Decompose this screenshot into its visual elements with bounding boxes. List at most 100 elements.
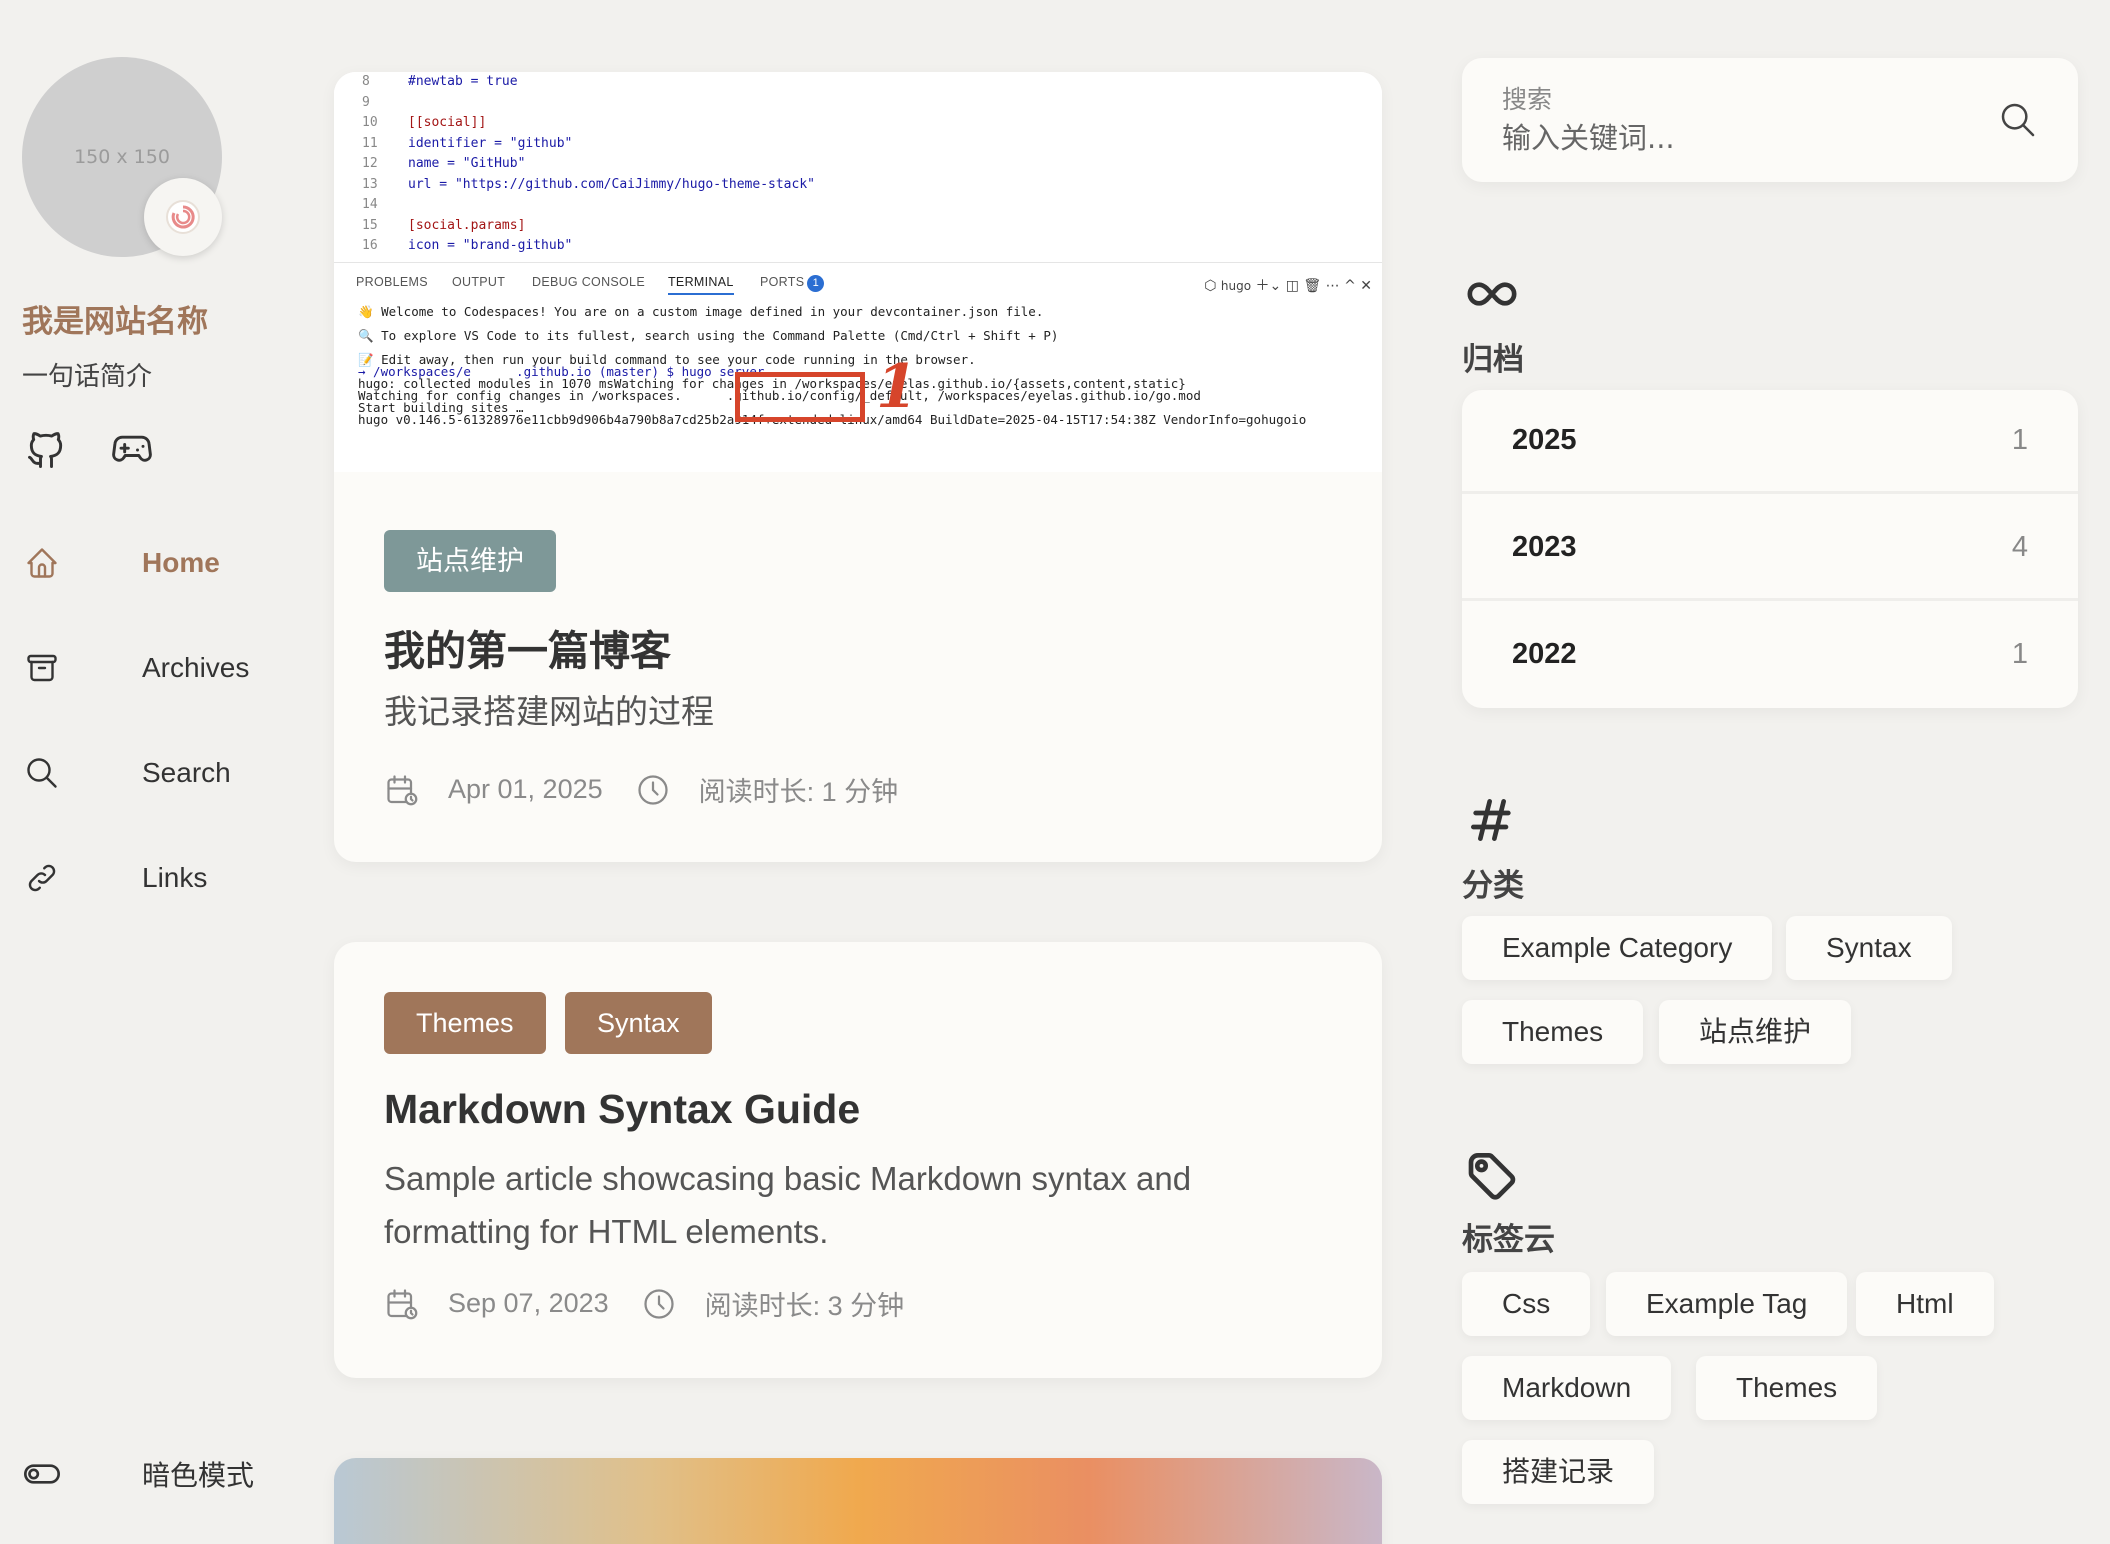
more-icon[interactable]: ⋯ bbox=[1326, 278, 1340, 294]
menu-item-archives[interactable]: Archives bbox=[0, 615, 300, 720]
tag-chip[interactable]: Themes bbox=[1696, 1356, 1878, 1420]
post-meta: Apr 01, 2025 阅读时长: 1 分钟 bbox=[384, 770, 930, 809]
tag-chip[interactable]: Example Tag bbox=[1606, 1272, 1848, 1336]
line-number: 11 bbox=[362, 135, 378, 151]
clock-icon bbox=[635, 772, 671, 808]
annotation-box bbox=[735, 372, 865, 422]
post-tag[interactable]: Syntax bbox=[565, 992, 712, 1054]
categories-widget-title: 分类 bbox=[1462, 868, 1524, 904]
tag-icon bbox=[1464, 1146, 1520, 1202]
post-read-time: 阅读时长: 1 分钟 bbox=[698, 777, 899, 807]
archive-icon bbox=[24, 650, 60, 686]
add-terminal-icon[interactable]: ＋⌄ bbox=[1256, 278, 1282, 294]
terminal-profile-label[interactable]: hugo bbox=[1221, 279, 1251, 293]
category-chip[interactable]: Syntax bbox=[1786, 916, 1952, 980]
menu-item-home[interactable]: Home bbox=[0, 510, 300, 615]
toggle-icon bbox=[22, 1454, 62, 1494]
chevron-up-icon[interactable]: ^ bbox=[1344, 278, 1356, 294]
archive-year: 2023 bbox=[1512, 531, 1577, 563]
post-date: Sep 07, 2023 bbox=[448, 1288, 609, 1318]
archive-year-row[interactable]: 2025 1 bbox=[1462, 390, 2078, 494]
close-icon[interactable]: ✕ bbox=[1360, 278, 1372, 294]
calendar-icon bbox=[384, 772, 420, 808]
tag-chip[interactable]: Markdown bbox=[1462, 1356, 1672, 1420]
archives-widget-title: 归档 bbox=[1462, 342, 1524, 378]
menu-item-search[interactable]: Search bbox=[0, 720, 300, 825]
menu-item-label: Archives bbox=[142, 651, 250, 683]
terminal-profile-icon: ⬡ bbox=[1204, 278, 1217, 294]
terminal-tabs: PROBLEMS OUTPUT DEBUG CONSOLE TERMINAL P… bbox=[334, 262, 1382, 302]
archive-year-row[interactable]: 2022 1 bbox=[1462, 604, 2078, 708]
terminal-line: 🔍 To explore VS Code to its fullest, sea… bbox=[358, 328, 1059, 343]
tags-widget-title: 标签云 bbox=[1462, 1222, 1555, 1258]
post-tag[interactable]: Themes bbox=[384, 992, 546, 1054]
search-label: 搜索 bbox=[1502, 85, 1553, 114]
archive-year: 2025 bbox=[1512, 424, 1577, 456]
category-chip[interactable]: Example Category bbox=[1462, 916, 1773, 980]
trash-icon[interactable]: 🗑 bbox=[1303, 278, 1321, 294]
line-number: 14 bbox=[362, 197, 378, 212]
archive-count: 1 bbox=[2011, 424, 2028, 456]
post-tag[interactable]: 站点维护 bbox=[384, 530, 556, 592]
post-card[interactable]: Themes Syntax Markdown Syntax Guide Samp… bbox=[334, 942, 1382, 1378]
line-number: 8 bbox=[362, 74, 370, 89]
code-text: url = "https://github.com/CaiJimmy/hugo-… bbox=[408, 176, 815, 192]
tag-chip[interactable]: Html bbox=[1856, 1272, 1994, 1336]
infinity-icon bbox=[1464, 266, 1520, 322]
emoji-badge-icon bbox=[144, 178, 222, 256]
left-sidebar: 150 x 150 我是网站名称 一句话简介 Home Archives Sea… bbox=[0, 0, 300, 1544]
tag-chip[interactable]: Css bbox=[1462, 1272, 1591, 1336]
tab-debug-console[interactable]: DEBUG CONSOLE bbox=[532, 275, 645, 289]
calendar-icon bbox=[384, 1286, 420, 1322]
site-name[interactable]: 我是网站名称 bbox=[22, 296, 208, 341]
main-menu: Home Archives Search Links bbox=[0, 510, 300, 930]
code-text: #newtab = true bbox=[408, 74, 518, 89]
link-icon bbox=[24, 860, 60, 896]
tag-chip[interactable]: 搭建记录 bbox=[1462, 1440, 1655, 1504]
menu-item-links[interactable]: Links bbox=[0, 825, 300, 930]
post-card-cover-image[interactable] bbox=[334, 1458, 1382, 1544]
dark-mode-toggle[interactable]: 暗色模式 bbox=[0, 1420, 300, 1528]
archive-year-row[interactable]: 2023 4 bbox=[1462, 497, 2078, 601]
home-icon bbox=[24, 545, 60, 581]
split-terminal-icon[interactable]: ◫ bbox=[1286, 278, 1299, 294]
menu-item-label: Search bbox=[142, 756, 231, 788]
social-links bbox=[24, 428, 154, 472]
archives-list: 2025 1 2023 4 2022 1 bbox=[1462, 390, 2078, 708]
tab-ports-label: PORTS bbox=[760, 275, 805, 289]
post-read-time: 阅读时长: 3 分钟 bbox=[704, 1291, 905, 1321]
post-subtitle: 我记录搭建网站的过程 bbox=[384, 693, 714, 730]
line-number: 12 bbox=[362, 156, 378, 171]
post-card[interactable]: 8 #newtab = true 9 10 [[social]] 11 identifier… bbox=[334, 72, 1382, 862]
dark-mode-label: 暗色模式 bbox=[142, 1459, 255, 1492]
line-number: 10 bbox=[362, 115, 378, 130]
tab-problems[interactable]: PROBLEMS bbox=[356, 275, 428, 289]
menu-item-label: Home bbox=[142, 546, 220, 578]
annotation-number: 1 bbox=[876, 352, 918, 422]
avatar-placeholder-text: 150 x 150 bbox=[74, 146, 170, 168]
hash-icon bbox=[1464, 792, 1520, 848]
search-input[interactable] bbox=[1502, 116, 1982, 160]
tab-ports[interactable]: PORTS 1 bbox=[760, 275, 825, 292]
tab-output[interactable]: OUTPUT bbox=[452, 275, 505, 289]
line-number: 15 bbox=[362, 217, 378, 233]
gamepad-icon[interactable] bbox=[110, 428, 154, 472]
category-chip[interactable]: 站点维护 bbox=[1659, 1000, 1852, 1064]
github-icon[interactable] bbox=[24, 428, 68, 472]
archive-count: 4 bbox=[2011, 531, 2028, 563]
code-text: [social.params] bbox=[408, 217, 526, 233]
tab-terminal[interactable]: TERMINAL bbox=[668, 275, 734, 295]
search-icon bbox=[24, 755, 60, 791]
archive-year: 2022 bbox=[1512, 638, 1577, 670]
menu-item-label: Links bbox=[142, 861, 208, 893]
site-description: 一句话简介 bbox=[22, 362, 153, 392]
ports-count-badge: 1 bbox=[807, 275, 825, 292]
code-text: identifier = "github" bbox=[408, 135, 573, 151]
post-title[interactable]: Markdown Syntax Guide bbox=[384, 1086, 860, 1133]
category-chip[interactable]: Themes bbox=[1462, 1000, 1644, 1064]
search-icon[interactable] bbox=[1998, 100, 2038, 140]
terminal-toolbar: ⬡ hugo ＋⌄ ◫ 🗑 ⋯ ^ ✕ bbox=[1204, 275, 1372, 295]
post-title[interactable]: 我的第一篇博客 bbox=[384, 617, 671, 677]
line-number: 16 bbox=[362, 238, 378, 253]
code-text: [[social]] bbox=[408, 115, 487, 130]
